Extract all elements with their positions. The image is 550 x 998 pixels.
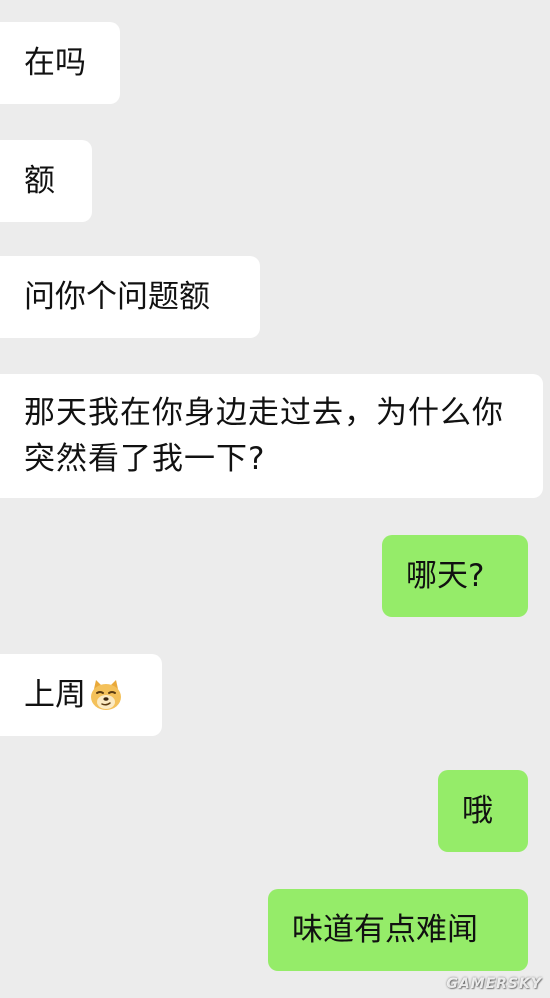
watermark: GAMERSKY bbox=[446, 976, 542, 992]
message-bubble-received[interactable]: 那天我在你身边走过去，为什么你突然看了我一下? bbox=[0, 374, 543, 498]
message-text: 那天我在你身边走过去，为什么你突然看了我一下? bbox=[24, 395, 504, 477]
message-bubble-received[interactable]: 上周 bbox=[0, 654, 162, 736]
message-bubble-received[interactable]: 在吗 bbox=[0, 22, 120, 104]
message-bubble-sent[interactable]: 哪天? bbox=[382, 535, 528, 617]
message-bubble-received[interactable]: 额 bbox=[0, 140, 92, 222]
message-text: 味道有点难闻 bbox=[292, 912, 478, 948]
message-text: 问你个问题额 bbox=[24, 279, 210, 315]
doge-emoji-icon bbox=[88, 677, 124, 713]
message-text: 上周 bbox=[24, 677, 86, 713]
message-text: 哦 bbox=[462, 793, 493, 829]
message-bubble-sent[interactable]: 味道有点难闻 bbox=[268, 889, 528, 971]
message-text: 哪天? bbox=[406, 558, 485, 594]
message-bubble-sent[interactable]: 哦 bbox=[438, 770, 528, 852]
message-bubble-received[interactable]: 问你个问题额 bbox=[0, 256, 260, 338]
message-text: 额 bbox=[24, 163, 55, 199]
message-text: 在吗 bbox=[24, 45, 86, 81]
